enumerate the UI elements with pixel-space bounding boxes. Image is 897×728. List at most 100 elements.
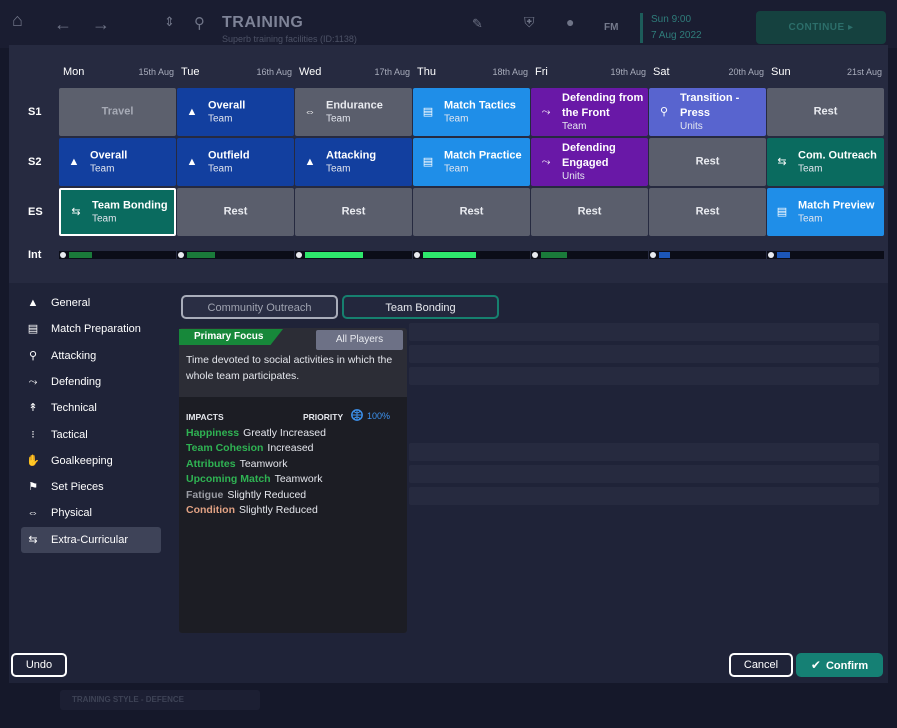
category-match-preparation[interactable]: ▤ Match Preparation <box>21 316 161 342</box>
session-name: Rest <box>813 105 838 118</box>
category-technical[interactable]: ↟ Technical <box>21 395 161 421</box>
session-cell-es-mon[interactable]: ⇆ Team Bonding Team <box>59 188 176 236</box>
category-label: General <box>51 297 91 309</box>
session-tag: Team <box>798 213 823 225</box>
clipboard-icon: ▤ <box>422 156 434 168</box>
day-date: 19th Aug <box>610 67 646 77</box>
group-icon: ⇆ <box>28 533 38 546</box>
impact-key: Happiness <box>186 427 240 439</box>
session-cell-es-wed[interactable]: Rest <box>295 188 412 236</box>
session-cell-s2-mon[interactable]: ▲ Overall Team <box>59 138 176 186</box>
category-goalkeeping[interactable]: ✋ Goalkeeping <box>21 448 161 474</box>
help-icon[interactable]: ● <box>566 14 574 30</box>
category-defending[interactable]: ⤳ Defending <box>21 369 161 395</box>
edit-icon[interactable]: ✎ <box>472 16 483 32</box>
background-row <box>409 367 879 385</box>
intensity-fill <box>187 252 215 258</box>
category-attacking[interactable]: ⚲ Attacking <box>21 343 161 369</box>
session-cell-es-sun[interactable]: ▤ Match Preview Team <box>767 188 884 236</box>
home-icon[interactable]: ⌂ <box>12 10 23 31</box>
session-name: Match Tactics <box>444 99 516 112</box>
tab-community-outreach[interactable]: Community Outreach <box>181 295 338 319</box>
page-title: TRAINING <box>222 14 304 31</box>
day-name: Sun <box>771 66 791 78</box>
background-row <box>409 465 879 483</box>
category-label: Physical <box>51 507 92 520</box>
cancel-button[interactable]: Cancel <box>729 653 793 677</box>
impact-key: Fatigue <box>186 488 224 501</box>
shield-icon[interactable]: ⛨ <box>524 14 535 31</box>
session-tag: Units <box>562 171 585 182</box>
category-physical[interactable]: ⇔ Physical <box>21 500 161 526</box>
session-tag: Team <box>326 163 351 175</box>
session-cell-s2-sun[interactable]: ⇆ Com. Outreach Team <box>767 138 884 186</box>
intensity-bar-fri <box>531 251 648 259</box>
day-name: Tue <box>181 66 200 78</box>
dumbbell-icon: ⇔ <box>304 106 316 118</box>
session-cell-s2-wed[interactable]: ▲ Attacking Team <box>295 138 412 186</box>
background-row <box>409 487 879 505</box>
session-cell-s2-thu[interactable]: ▤ Match Practice Team <box>413 138 530 186</box>
category-set-pieces[interactable]: ⚑ Set Pieces <box>21 474 161 500</box>
session-cell-s2-fri[interactable]: ⤳ Defending Engaged Units <box>531 138 648 186</box>
day-header-fri: Fri 19th Aug <box>531 66 648 80</box>
confirm-label: Confirm <box>825 660 869 672</box>
session-name: Overall <box>208 99 246 112</box>
intensity-bar-wed <box>295 251 412 259</box>
search-icon[interactable]: ⚲ <box>194 14 205 32</box>
category-extra-curricular[interactable]: ⇆ Extra-Curricular <box>21 526 161 553</box>
undo-button[interactable]: Undo <box>11 653 67 677</box>
impact-key: Condition <box>186 504 235 516</box>
intensity-bar-mon <box>59 251 176 259</box>
confirm-button[interactable]: ✔ Confirm <box>796 653 883 677</box>
session-cell-es-tue[interactable]: Rest <box>177 188 294 236</box>
category-label: Attacking <box>51 349 97 362</box>
session-cell-s1-wed[interactable]: ⇔ Endurance Team <box>295 88 412 136</box>
intensity-bar-tue <box>177 251 294 259</box>
cone-icon: ▲ <box>68 156 80 168</box>
continue-button[interactable]: CONTINUE ▸ <box>756 11 886 44</box>
impact-row: Happiness Greatly Increased <box>186 427 326 440</box>
impact-row: Condition Slightly Reduced <box>186 504 318 517</box>
tackle-icon: ⤳ <box>541 106 551 118</box>
session-cell-s1-sat[interactable]: ⚲ Transition - Press Units <box>649 88 766 136</box>
forward-arrow-icon[interactable]: → <box>92 14 110 35</box>
priority-value: 100% <box>367 411 391 421</box>
category-tactical[interactable]: ⁝ Tactical <box>21 422 161 448</box>
session-cell-es-sat[interactable]: Rest <box>649 188 766 236</box>
tab-team-bonding[interactable]: Team Bonding <box>342 295 499 319</box>
tackle-icon: ⤳ <box>541 156 551 168</box>
sort-icon[interactable]: ⇕ <box>164 14 175 30</box>
session-name: Rest <box>695 155 720 168</box>
clipboard-icon: ▤ <box>422 106 434 118</box>
all-players-button[interactable]: All Players <box>316 330 403 350</box>
schedule-grid: Mon 15th Aug Tue 16th Aug Wed 17th Aug Thu 18th… <box>9 45 888 283</box>
session-cell-s1-tue[interactable]: ▲ Overall Team <box>177 88 294 136</box>
intensity-icon <box>650 252 656 258</box>
category-general[interactable]: ▲ General <box>21 290 161 316</box>
day-header-sun: Sun 21st Aug <box>767 66 884 80</box>
fm-logo[interactable]: FM <box>604 22 618 33</box>
session-cell-s1-mon[interactable]: Travel <box>59 88 176 136</box>
session-cell-s2-sat[interactable]: Rest <box>649 138 766 186</box>
session-cell-es-fri[interactable]: Rest <box>531 188 648 236</box>
session-cell-s2-tue[interactable]: ▲ Outfield Team <box>177 138 294 186</box>
session-name: Rest <box>341 205 366 218</box>
session-cell-s1-sun[interactable]: Rest <box>767 88 884 136</box>
intensity-icon <box>414 252 420 258</box>
clipboard-icon: ▤ <box>27 323 39 336</box>
dumbbell-icon: ⇔ <box>27 507 39 520</box>
session-cell-es-thu[interactable]: Rest <box>413 188 530 236</box>
checkmark-icon: ✔ <box>810 658 821 672</box>
session-cell-s1-thu[interactable]: ▤ Match Tactics Team <box>413 88 530 136</box>
category-label: Set Pieces <box>51 481 104 494</box>
session-tag: Team <box>562 121 587 132</box>
flag-icon: ⚑ <box>28 481 38 494</box>
back-arrow-icon[interactable]: ← <box>54 14 72 35</box>
session-cell-s1-fri[interactable]: ⤳ Defending from the Front Team <box>531 88 648 136</box>
category-label: Extra-Curricular <box>51 533 129 546</box>
cone-icon: ▲ <box>304 156 316 168</box>
intensity-bar-sat <box>649 251 766 259</box>
intensity-icon <box>296 252 302 258</box>
impact-key: Upcoming Match <box>186 473 271 486</box>
